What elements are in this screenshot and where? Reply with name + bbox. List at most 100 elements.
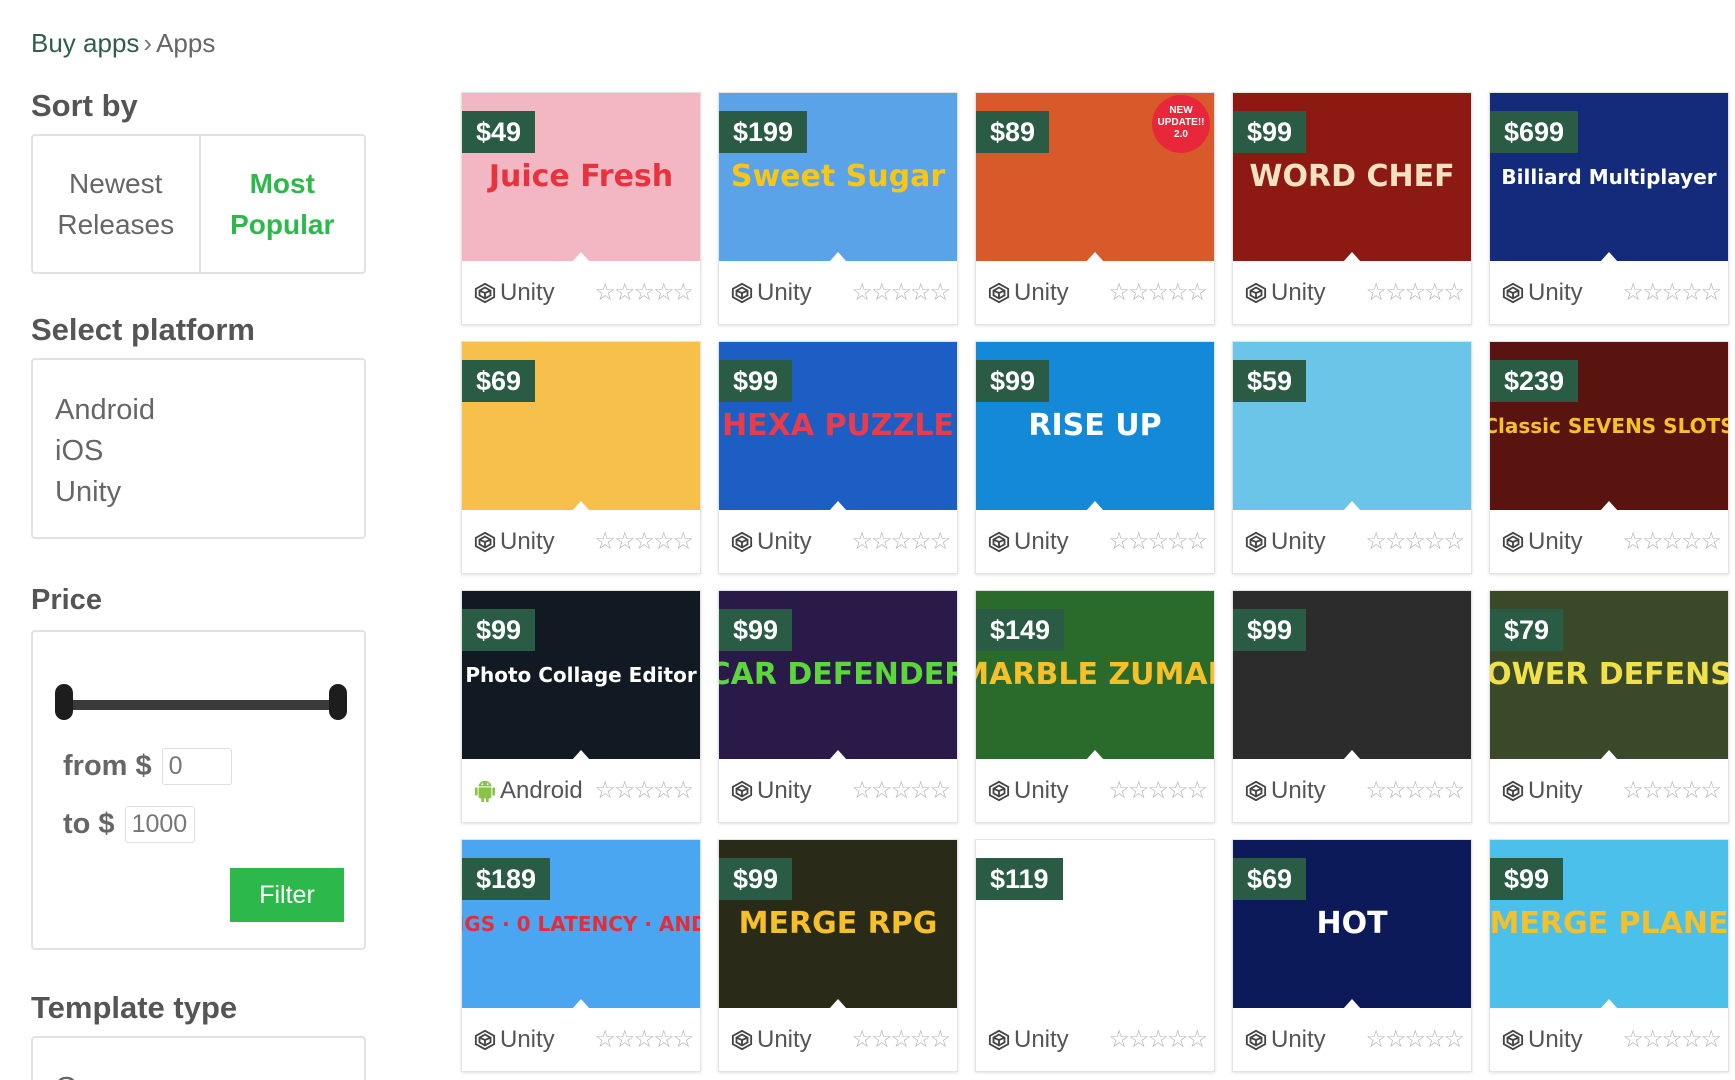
template-games[interactable]: Games [55,1068,364,1080]
app-card[interactable]: MERGE PLANE $99 Unity ☆☆☆☆☆ [1489,839,1729,1072]
filter-button[interactable]: Filter [230,868,344,922]
app-card[interactable]: WORD CHEF $99 Unity ☆☆☆☆☆ [1232,92,1472,325]
app-thumbnail[interactable]: MARBLE ZUMAR $149 [976,591,1214,759]
platform-android[interactable]: Android [55,390,364,431]
app-card[interactable]: MERGE RPG $99 Unity ☆☆☆☆☆ [718,839,958,1072]
thumbnail-notch [1086,999,1104,1008]
app-card[interactable]: HEXA PUZZLE $99 Unity ☆☆☆☆☆ [718,341,958,574]
rating-stars[interactable]: ☆☆☆☆☆ [1622,278,1722,307]
price-badge: $189 [462,858,551,900]
sort-newest-line2: Releases [57,209,175,240]
app-card[interactable]: HOT $69 Unity ☆☆☆☆☆ [1232,839,1472,1072]
unity-icon [988,282,1010,303]
app-card[interactable]: CAR DEFENDER $99 Unity ☆☆☆☆☆ [718,590,958,823]
rating-stars[interactable]: ☆☆☆☆☆ [851,527,951,556]
breadcrumb-buy-apps[interactable]: Buy apps [31,28,139,58]
sort-newest-releases[interactable]: Newest Releases [33,136,199,272]
app-card[interactable]: Billiard Multiplayer $699 Unity ☆☆☆☆☆ [1489,92,1729,325]
rating-stars[interactable]: ☆☆☆☆☆ [851,278,951,307]
price-slider-track[interactable] [61,700,341,710]
app-platform-label: Unity [500,527,555,555]
app-card[interactable]: 69 SONGS · 0 LATENCY · AND MORE $189 Unity… [461,839,701,1072]
app-card[interactable]: Juice Fresh $49 Unity ☆☆☆☆☆ [461,92,701,325]
app-thumbnail[interactable]: WORD CHEF $99 [1233,93,1471,261]
app-platform: Unity [1502,528,1583,556]
unity-icon [1245,1029,1267,1050]
rating-stars[interactable]: ☆☆☆☆☆ [1108,278,1208,307]
app-thumbnail[interactable]: HOT $69 [1233,840,1471,1008]
rating-stars[interactable]: ☆☆☆☆☆ [1622,527,1722,556]
app-card[interactable]: $119 Unity ☆☆☆☆☆ [975,839,1215,1072]
sort-by-title: Sort by [31,88,138,123]
app-thumbnail[interactable]: NEW UPDATE!! 2.0 $89 [976,93,1214,261]
app-thumbnail[interactable]: $69 [462,342,700,510]
app-thumbnail-title: Photo Collage Editor [465,663,697,687]
price-to-input[interactable] [124,806,195,843]
unity-icon [1245,531,1267,552]
app-thumbnail-title: HEXA PUZZLE [722,408,954,443]
app-card[interactable]: Sweet Sugar $199 Unity ☆☆☆☆☆ [718,92,958,325]
app-thumbnail[interactable]: MERGE PLANE $99 [1490,840,1728,1008]
price-to-label: to $ [63,808,115,840]
price-from-label: from $ [63,750,152,782]
rating-stars[interactable]: ☆☆☆☆☆ [1108,776,1208,805]
rating-stars[interactable]: ☆☆☆☆☆ [1365,776,1465,805]
app-thumbnail[interactable]: 69 SONGS · 0 LATENCY · AND MORE $189 [462,840,700,1008]
price-badge: $69 [1233,858,1307,900]
rating-stars[interactable]: ☆☆☆☆☆ [1365,1025,1465,1054]
app-card[interactable]: TOWER DEFENSE $79 Unity ☆☆☆☆☆ [1489,590,1729,823]
rating-stars[interactable]: ☆☆☆☆☆ [1622,776,1722,805]
app-thumbnail[interactable]: $59 [1233,342,1471,510]
price-slider-max-handle[interactable] [329,684,347,720]
unity-icon [1502,780,1524,801]
app-card[interactable]: $69 Unity ☆☆☆☆☆ [461,341,701,574]
app-card[interactable]: MARBLE ZUMAR $149 Unity ☆☆☆☆☆ [975,590,1215,823]
app-card[interactable]: Classic SEVENS SLOTS $239 Unity ☆☆☆☆☆ [1489,341,1729,574]
template-type-panel: Games [31,1036,366,1080]
sort-most-popular[interactable]: Most Popular [198,136,365,272]
app-card[interactable]: NEW UPDATE!! 2.0 $89 Unity ☆☆☆☆☆ [975,92,1215,325]
platform-unity[interactable]: Unity [55,472,364,513]
app-card[interactable]: $99 Unity ☆☆☆☆☆ [1232,590,1472,823]
app-thumbnail[interactable]: Sweet Sugar $199 [719,93,957,261]
app-thumbnail[interactable]: TOWER DEFENSE $79 [1490,591,1728,759]
app-thumbnail[interactable]: Juice Fresh $49 [462,93,700,261]
rating-stars[interactable]: ☆☆☆☆☆ [594,776,694,805]
rating-stars[interactable]: ☆☆☆☆☆ [1365,527,1465,556]
rating-stars[interactable]: ☆☆☆☆☆ [1108,1025,1208,1054]
app-info-bar: Unity ☆☆☆☆☆ [719,510,957,573]
price-badge: $99 [719,609,793,651]
app-thumbnail[interactable]: RISE UP $99 [976,342,1214,510]
thumbnail-notch [829,750,847,759]
rating-stars[interactable]: ☆☆☆☆☆ [594,527,694,556]
app-thumbnail[interactable]: $99 [1233,591,1471,759]
rating-stars[interactable]: ☆☆☆☆☆ [1108,527,1208,556]
unity-icon [1502,1029,1524,1050]
app-card[interactable]: $59 Unity ☆☆☆☆☆ [1232,341,1472,574]
price-from-input[interactable] [161,748,232,785]
platform-ios[interactable]: iOS [55,431,364,472]
app-thumbnail[interactable]: CAR DEFENDER $99 [719,591,957,759]
rating-stars[interactable]: ☆☆☆☆☆ [594,278,694,307]
thumbnail-notch [1086,501,1104,510]
app-thumbnail[interactable]: MERGE RPG $99 [719,840,957,1008]
app-thumbnail[interactable]: $119 [976,840,1214,1008]
rating-stars[interactable]: ☆☆☆☆☆ [1622,1025,1722,1054]
rating-stars[interactable]: ☆☆☆☆☆ [1365,278,1465,307]
new-update-badge: NEW UPDATE!! 2.0 [1152,95,1210,153]
price-slider-min-handle[interactable] [55,684,73,720]
rating-stars[interactable]: ☆☆☆☆☆ [594,1025,694,1054]
app-thumbnail[interactable]: Classic SEVENS SLOTS $239 [1490,342,1728,510]
app-card[interactable]: Photo Collage Editor $99 Android ☆☆☆☆☆ [461,590,701,823]
app-thumbnail-title: Billiard Multiplayer [1501,165,1717,189]
thumbnail-notch [1343,750,1361,759]
app-card[interactable]: RISE UP $99 Unity ☆☆☆☆☆ [975,341,1215,574]
app-thumbnail[interactable]: Photo Collage Editor $99 [462,591,700,759]
rating-stars[interactable]: ☆☆☆☆☆ [851,776,951,805]
app-platform: Unity [474,528,555,556]
app-thumbnail[interactable]: Billiard Multiplayer $699 [1490,93,1728,261]
app-platform: Unity [988,279,1069,307]
price-badge: $239 [1490,360,1579,402]
app-thumbnail[interactable]: HEXA PUZZLE $99 [719,342,957,510]
rating-stars[interactable]: ☆☆☆☆☆ [851,1025,951,1054]
